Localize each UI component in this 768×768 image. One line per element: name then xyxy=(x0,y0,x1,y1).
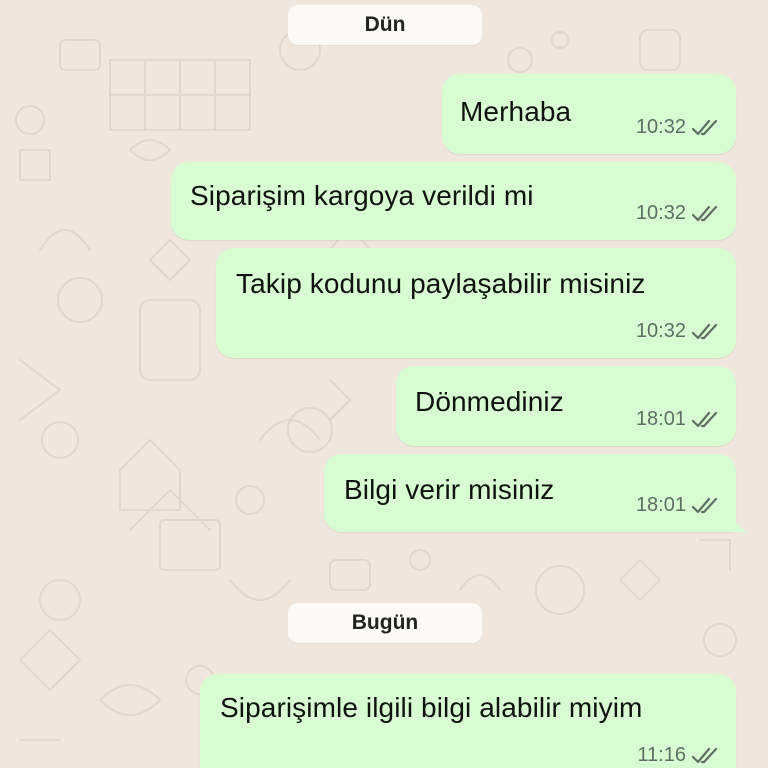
message-text: Bilgi verir misiniz xyxy=(344,474,555,505)
date-separator-yesterday: Dün xyxy=(288,5,482,45)
message-time: 18:01 xyxy=(635,494,686,516)
message-meta: 18:01 xyxy=(636,494,718,517)
message-text: Merhaba xyxy=(460,96,572,127)
message-text: Siparişimle ilgili bilgi alabilir miyim xyxy=(220,692,643,723)
outgoing-message[interactable]: Takip kodunu paylaşabilir misiniz 10:32 xyxy=(216,248,736,358)
message-meta: 11:16 xyxy=(637,744,718,767)
double-check-icon xyxy=(692,497,718,513)
message-meta: 10:32 xyxy=(636,320,718,343)
outgoing-message[interactable]: Merhaba 10:32 xyxy=(442,74,736,154)
bubble-tail xyxy=(730,512,748,532)
double-check-icon xyxy=(692,119,718,135)
message-meta: 10:32 xyxy=(636,202,718,225)
outgoing-message[interactable]: Dönmediniz 18:01 xyxy=(396,366,736,446)
outgoing-message[interactable]: Siparişim kargoya verildi mi 10:32 xyxy=(171,162,736,240)
message-text: Dönmediniz xyxy=(415,386,564,417)
message-time: 11:16 xyxy=(637,744,686,766)
message-meta: 10:32 xyxy=(636,116,718,139)
message-text: Takip kodunu paylaşabilir misiniz xyxy=(236,268,646,299)
message-time: 10:32 xyxy=(635,320,686,342)
double-check-icon xyxy=(692,205,718,221)
outgoing-message[interactable]: Siparişimle ilgili bilgi alabilir miyim … xyxy=(200,674,736,768)
double-check-icon xyxy=(692,747,718,763)
double-check-icon xyxy=(692,323,718,339)
outgoing-message[interactable]: Bilgi verir misiniz 18:01 xyxy=(324,454,736,532)
message-meta: 18:01 xyxy=(636,408,718,431)
message-text: Siparişim kargoya verildi mi xyxy=(190,180,534,211)
date-separator-today: Bugün xyxy=(288,603,482,643)
double-check-icon xyxy=(692,411,718,427)
message-time: 10:32 xyxy=(635,202,686,224)
message-time: 18:01 xyxy=(635,408,686,430)
message-time: 10:32 xyxy=(635,116,686,138)
chat-view[interactable]: Dün Merhaba 10:32 Siparişim kargoya veri… xyxy=(0,0,768,768)
